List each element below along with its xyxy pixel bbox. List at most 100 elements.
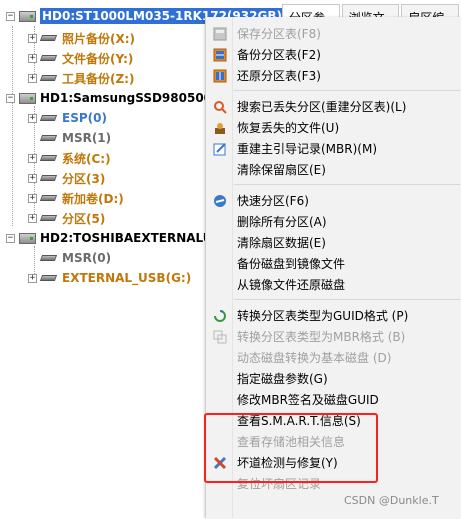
menu-item[interactable]: 清除保留扇区(E)	[206, 159, 461, 180]
recover-files-icon	[212, 120, 228, 136]
partition-node[interactable]: + 分区(3)	[28, 168, 105, 188]
partition-label: ESP(0)	[62, 111, 107, 125]
highlight-box	[204, 413, 378, 483]
menu-item-label: 转换分区表类型为MBR格式 (B)	[237, 330, 406, 344]
partition-icon	[39, 215, 58, 221]
menu-item-label: 备份分区表(F2)	[237, 48, 321, 62]
partition-icon	[39, 35, 58, 41]
collapse-icon[interactable]: −	[6, 11, 15, 21]
partition-label: 分区(3)	[62, 171, 106, 186]
menu-item-label: 恢复丢失的文件(U)	[237, 121, 340, 135]
menu-item-label: 修改MBR签名及磁盘GUID	[237, 393, 379, 407]
convert-guid-icon	[212, 308, 228, 324]
partition-node[interactable]: + 工具备份(Z:)	[28, 68, 134, 88]
partition-icon	[39, 275, 58, 281]
partition-label: MSR(1)	[62, 131, 112, 145]
menu-item: 动态磁盘转换为基本磁盘 (D)	[206, 347, 461, 368]
partition-node[interactable]: + 分区(5)	[28, 208, 105, 228]
expand-icon[interactable]: +	[28, 113, 37, 123]
partition-icon	[39, 155, 58, 161]
menu-item[interactable]: 恢复丢失的文件(U)	[206, 117, 461, 138]
collapse-icon[interactable]: −	[6, 233, 15, 243]
partition-icon	[39, 75, 58, 81]
expand-icon[interactable]: +	[28, 153, 37, 163]
partition-icon	[39, 135, 58, 141]
rebuild-mbr-icon	[212, 141, 228, 157]
menu-item: 转换分区表类型为MBR格式 (B)	[206, 326, 461, 347]
disk-label: HD1:SamsungSSD9805000	[40, 91, 221, 105]
search-icon	[212, 99, 228, 115]
menu-item[interactable]: 快速分区(F6)	[206, 190, 461, 211]
expand-icon[interactable]: +	[28, 53, 37, 63]
restore-table-icon	[212, 68, 228, 84]
menu-item[interactable]: 清除扇区数据(E)	[206, 232, 461, 253]
save-table-icon	[212, 26, 228, 42]
partition-icon	[39, 175, 58, 181]
menu-item-label: 清除保留扇区(E)	[237, 163, 326, 177]
disk-icon	[19, 232, 36, 244]
partition-label: 文件备份(Y:)	[62, 51, 134, 66]
partition-node[interactable]: + 新加卷(D:)	[28, 188, 124, 208]
menu-item[interactable]: 还原分区表(F3)	[206, 65, 461, 86]
menu-item[interactable]: 修改MBR签名及磁盘GUID	[206, 389, 461, 410]
partition-label: 系统(C:)	[62, 151, 111, 166]
partition-label: 分区(5)	[62, 211, 106, 226]
disk-node-hd1[interactable]: − HD1:SamsungSSD9805000	[6, 88, 220, 108]
menu-item-label: 备份磁盘到镜像文件	[237, 257, 346, 271]
expand-icon[interactable]: +	[28, 193, 37, 203]
tree-guide-line	[12, 26, 13, 226]
menu-item-label: 从镜像文件还原磁盘	[237, 278, 346, 292]
menu-item-label: 保存分区表(F8)	[237, 27, 321, 41]
disk-node-hd2[interactable]: − HD2:TOSHIBAEXTERNALU	[6, 228, 213, 248]
convert-mbr-icon	[212, 329, 228, 345]
partition-label: 照片备份(X:)	[62, 31, 136, 46]
disk-icon	[19, 92, 36, 104]
menu-item-label: 动态磁盘转换为基本磁盘 (D)	[237, 351, 392, 365]
backup-table-icon	[212, 47, 228, 63]
menu-item[interactable]: 搜索已丢失分区(重建分区表)(L)	[206, 96, 461, 117]
expand-icon[interactable]: +	[28, 213, 37, 223]
partition-label: EXTERNAL_USB(G:)	[62, 271, 192, 285]
watermark: CSDN @Dunkle.T	[344, 494, 439, 507]
expand-icon[interactable]: +	[28, 173, 37, 183]
expand-icon[interactable]: +	[28, 273, 37, 283]
partition-icon	[39, 115, 58, 121]
partition-node[interactable]: + EXTERNAL_USB(G:)	[28, 268, 191, 288]
menu-item-label: 清除扇区数据(E)	[237, 236, 326, 250]
expand-icon[interactable]: +	[28, 73, 37, 83]
partition-node[interactable]: MSR(0)	[28, 248, 111, 268]
menu-item[interactable]: 指定磁盘参数(G)	[206, 368, 461, 389]
partition-node[interactable]: MSR(1)	[28, 128, 111, 148]
menu-separator	[234, 184, 460, 185]
menu-item[interactable]: 转换分区表类型为GUID格式 (P)	[206, 305, 461, 326]
partition-node[interactable]: + 照片备份(X:)	[28, 28, 135, 48]
menu-item-label: 指定磁盘参数(G)	[237, 372, 328, 386]
partition-label: 新加卷(D:)	[62, 191, 124, 206]
menu-item-label: 转换分区表类型为GUID格式 (P)	[237, 309, 409, 323]
menu-item-label: 搜索已丢失分区(重建分区表)(L)	[237, 100, 407, 114]
partition-node[interactable]: + 系统(C:)	[28, 148, 111, 168]
menu-item[interactable]: 删除所有分区(A)	[206, 211, 461, 232]
partition-icon	[39, 55, 58, 61]
partition-label: 工具备份(Z:)	[62, 71, 135, 86]
menu-item[interactable]: 从镜像文件还原磁盘	[206, 274, 461, 295]
partition-node[interactable]: + ESP(0)	[28, 108, 107, 128]
collapse-icon[interactable]: −	[6, 93, 15, 103]
partition-label: MSR(0)	[62, 251, 112, 265]
menu-item-label: 还原分区表(F3)	[237, 69, 321, 83]
expand-icon[interactable]: +	[28, 33, 37, 43]
menu-item: 保存分区表(F8)	[206, 23, 461, 44]
disk-icon	[19, 10, 36, 22]
menu-item-label: 快速分区(F6)	[237, 194, 309, 208]
disk-label: HD2:TOSHIBAEXTERNALU	[40, 231, 213, 245]
partition-icon	[39, 255, 58, 261]
menu-item[interactable]: 备份磁盘到镜像文件	[206, 253, 461, 274]
menu-item[interactable]: 重建主引导记录(MBR)(M)	[206, 138, 461, 159]
partition-icon	[39, 195, 58, 201]
menu-item[interactable]: 备份分区表(F2)	[206, 44, 461, 65]
menu-separator	[234, 90, 460, 91]
menu-separator	[234, 299, 460, 300]
menu-item-label: 删除所有分区(A)	[237, 215, 327, 229]
partition-node[interactable]: + 文件备份(Y:)	[28, 48, 133, 68]
menu-item-label: 重建主引导记录(MBR)(M)	[237, 142, 378, 156]
